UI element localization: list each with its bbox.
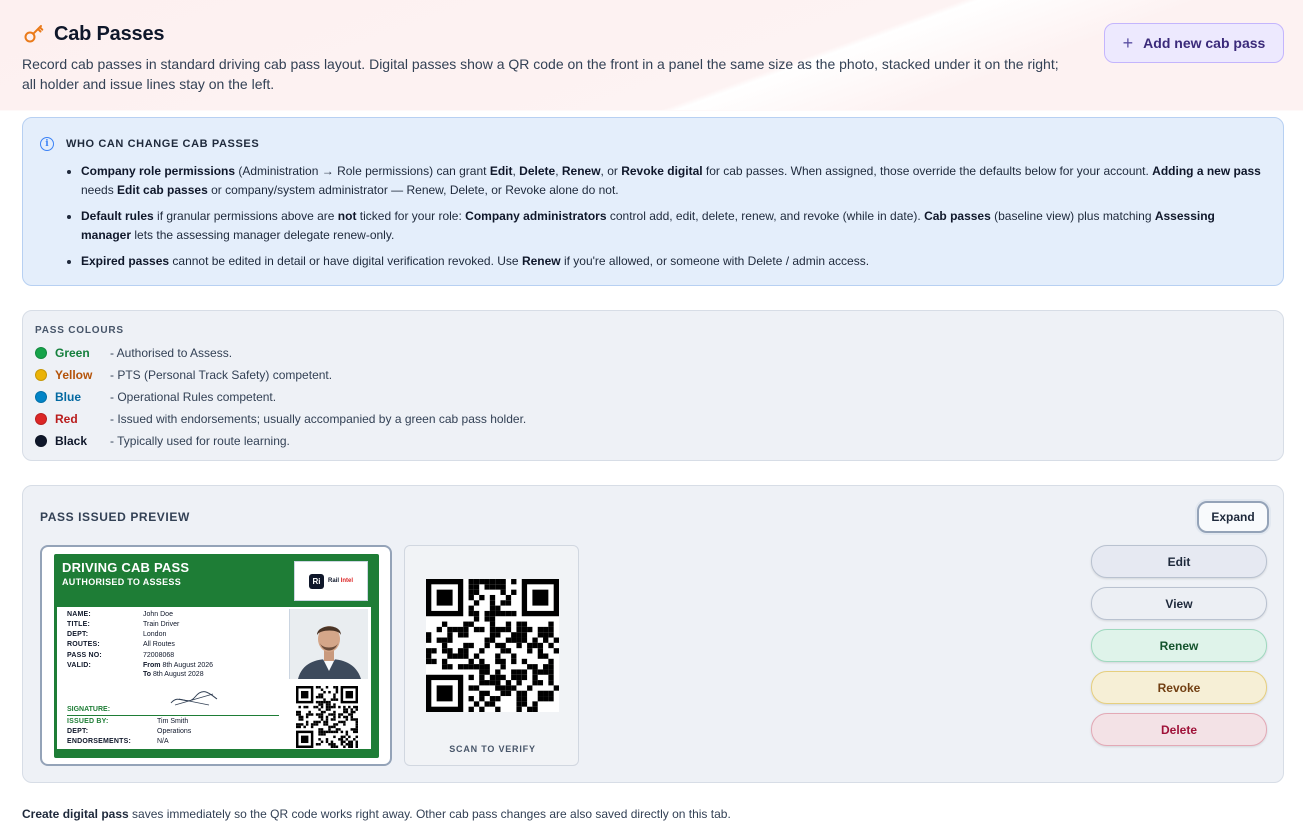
add-new-cab-pass-label: Add new cab pass — [1143, 35, 1266, 51]
colour-row-blue: Blue - Operational Rules competent. — [35, 390, 276, 404]
verification-qr-code[interactable] — [426, 579, 559, 712]
permissions-item-expired: Expired passes cannot be edited in detai… — [81, 252, 1263, 271]
permissions-info-box: i WHO CAN CHANGE CAB PASSES Company role… — [22, 117, 1284, 286]
footer-note: Create digital pass saves immediately so… — [22, 807, 731, 821]
card-subtitle: AUTHORISED TO ASSESS — [62, 577, 182, 587]
black-dot — [35, 435, 47, 447]
logo-text: Rail Intel — [327, 578, 353, 584]
pass-issued-preview: PASS ISSUED PREVIEW Expand DRIVING CAB P… — [22, 485, 1284, 783]
digital-verification-panel: SCAN TO VERIFY — [404, 545, 579, 766]
valid-from: From 8th August 2026 — [143, 662, 214, 669]
title-row: Cab Passes — [22, 22, 164, 46]
pass-number: 72008068 — [143, 652, 175, 659]
card-qr-code — [296, 686, 358, 748]
dept-label: DEPT: — [67, 631, 89, 638]
colour-row-black: Black - Typically used for route learnin… — [35, 434, 290, 448]
yellow-dot — [35, 369, 47, 381]
revoke-button[interactable]: Revoke — [1091, 671, 1267, 704]
signature-scribble — [170, 691, 218, 706]
colour-name: Yellow — [55, 368, 93, 382]
colour-name: Blue — [55, 390, 82, 404]
colour-row-red: Red - Issued with endorsements; usually … — [35, 412, 526, 426]
colour-row-green: Green - Authorised to Assess. — [35, 346, 232, 360]
valid-to: To 8th August 2028 — [143, 671, 204, 678]
holder-dept: London — [143, 631, 167, 638]
holder-routes: All Routes — [143, 641, 175, 648]
edit-button[interactable]: Edit — [1091, 545, 1267, 578]
key-icon — [24, 25, 44, 43]
issuer-dept: Operations — [157, 728, 192, 735]
title-label: TITLE: — [67, 621, 90, 628]
permissions-item-defaults: Default rules if granular permissions ab… — [81, 207, 1263, 245]
valid-label: VALID: — [67, 662, 92, 669]
colour-row-yellow: Yellow - PTS (Personal Track Safety) com… — [35, 368, 332, 382]
plus-icon: + — [1122, 33, 1134, 53]
page-subtitle: Record cab passes in standard driving ca… — [22, 56, 1059, 92]
add-new-cab-pass-button[interactable]: + Add new cab pass — [1104, 23, 1284, 63]
pass-colours-title: PASS COLOURS — [35, 325, 124, 336]
colour-description: - Operational Rules competent. — [110, 390, 277, 404]
pass-no-label: PASS NO: — [67, 652, 102, 659]
blue-dot — [35, 391, 47, 403]
red-dot — [35, 413, 47, 425]
endorsements-label: ENDORSEMENTS: — [67, 738, 132, 745]
signature-line — [67, 715, 279, 716]
rail-intel-logo: Ri Rail Intel — [294, 561, 368, 601]
colour-name: Green — [55, 346, 90, 360]
issued-by: Tim Smith — [157, 718, 189, 725]
info-icon: i — [40, 137, 54, 151]
renew-button[interactable]: Renew — [1091, 629, 1267, 662]
permissions-list: Company role permissions (Administration… — [63, 162, 1263, 278]
issued-by-label: ISSUED BY: — [67, 718, 109, 725]
dept2-label: DEPT: — [67, 728, 89, 735]
card-title: DRIVING CAB PASS — [62, 560, 190, 575]
delete-button[interactable]: Delete — [1091, 713, 1267, 746]
cab-passes-page: Cab Passes Record cab passes in standard… — [0, 0, 1303, 833]
scan-to-verify-label: SCAN TO VERIFY — [449, 744, 536, 754]
endorsements: N/A — [157, 738, 169, 745]
permissions-item-role: Company role permissions (Administration… — [81, 162, 1263, 200]
logo-mark: Ri — [308, 573, 324, 589]
colour-description: - Issued with endorsements; usually acco… — [110, 412, 527, 426]
info-title: WHO CAN CHANGE CAB PASSES — [66, 138, 260, 150]
colour-description: - Typically used for route learning. — [110, 434, 290, 448]
routes-label: ROUTES: — [67, 641, 100, 648]
holder-photo — [289, 609, 368, 679]
card-details-panel: NAME: John Doe TITLE: Train Driver DEPT:… — [57, 607, 371, 749]
signature-label: SIGNATURE: — [67, 706, 111, 713]
colour-name: Red — [55, 412, 78, 426]
pass-colours-box: PASS COLOURS Green - Authorised to Asses… — [22, 310, 1284, 461]
info-header: i WHO CAN CHANGE CAB PASSES — [40, 137, 259, 151]
holder-title: Train Driver — [143, 621, 180, 628]
colour-name: Black — [55, 434, 88, 448]
holder-name: John Doe — [143, 611, 173, 618]
cab-pass-card-frame[interactable]: DRIVING CAB PASS AUTHORISED TO ASSESS Ri… — [40, 545, 392, 766]
page-title: Cab Passes — [54, 22, 165, 45]
green-dot — [35, 347, 47, 359]
colour-description: - PTS (Personal Track Safety) competent. — [110, 368, 333, 382]
expand-button[interactable]: Expand — [1197, 501, 1269, 533]
preview-title: PASS ISSUED PREVIEW — [40, 510, 190, 524]
name-label: NAME: — [67, 611, 91, 618]
cab-pass-card: DRIVING CAB PASS AUTHORISED TO ASSESS Ri… — [54, 554, 379, 758]
colour-description: - Authorised to Assess. — [110, 346, 233, 360]
view-button[interactable]: View — [1091, 587, 1267, 620]
